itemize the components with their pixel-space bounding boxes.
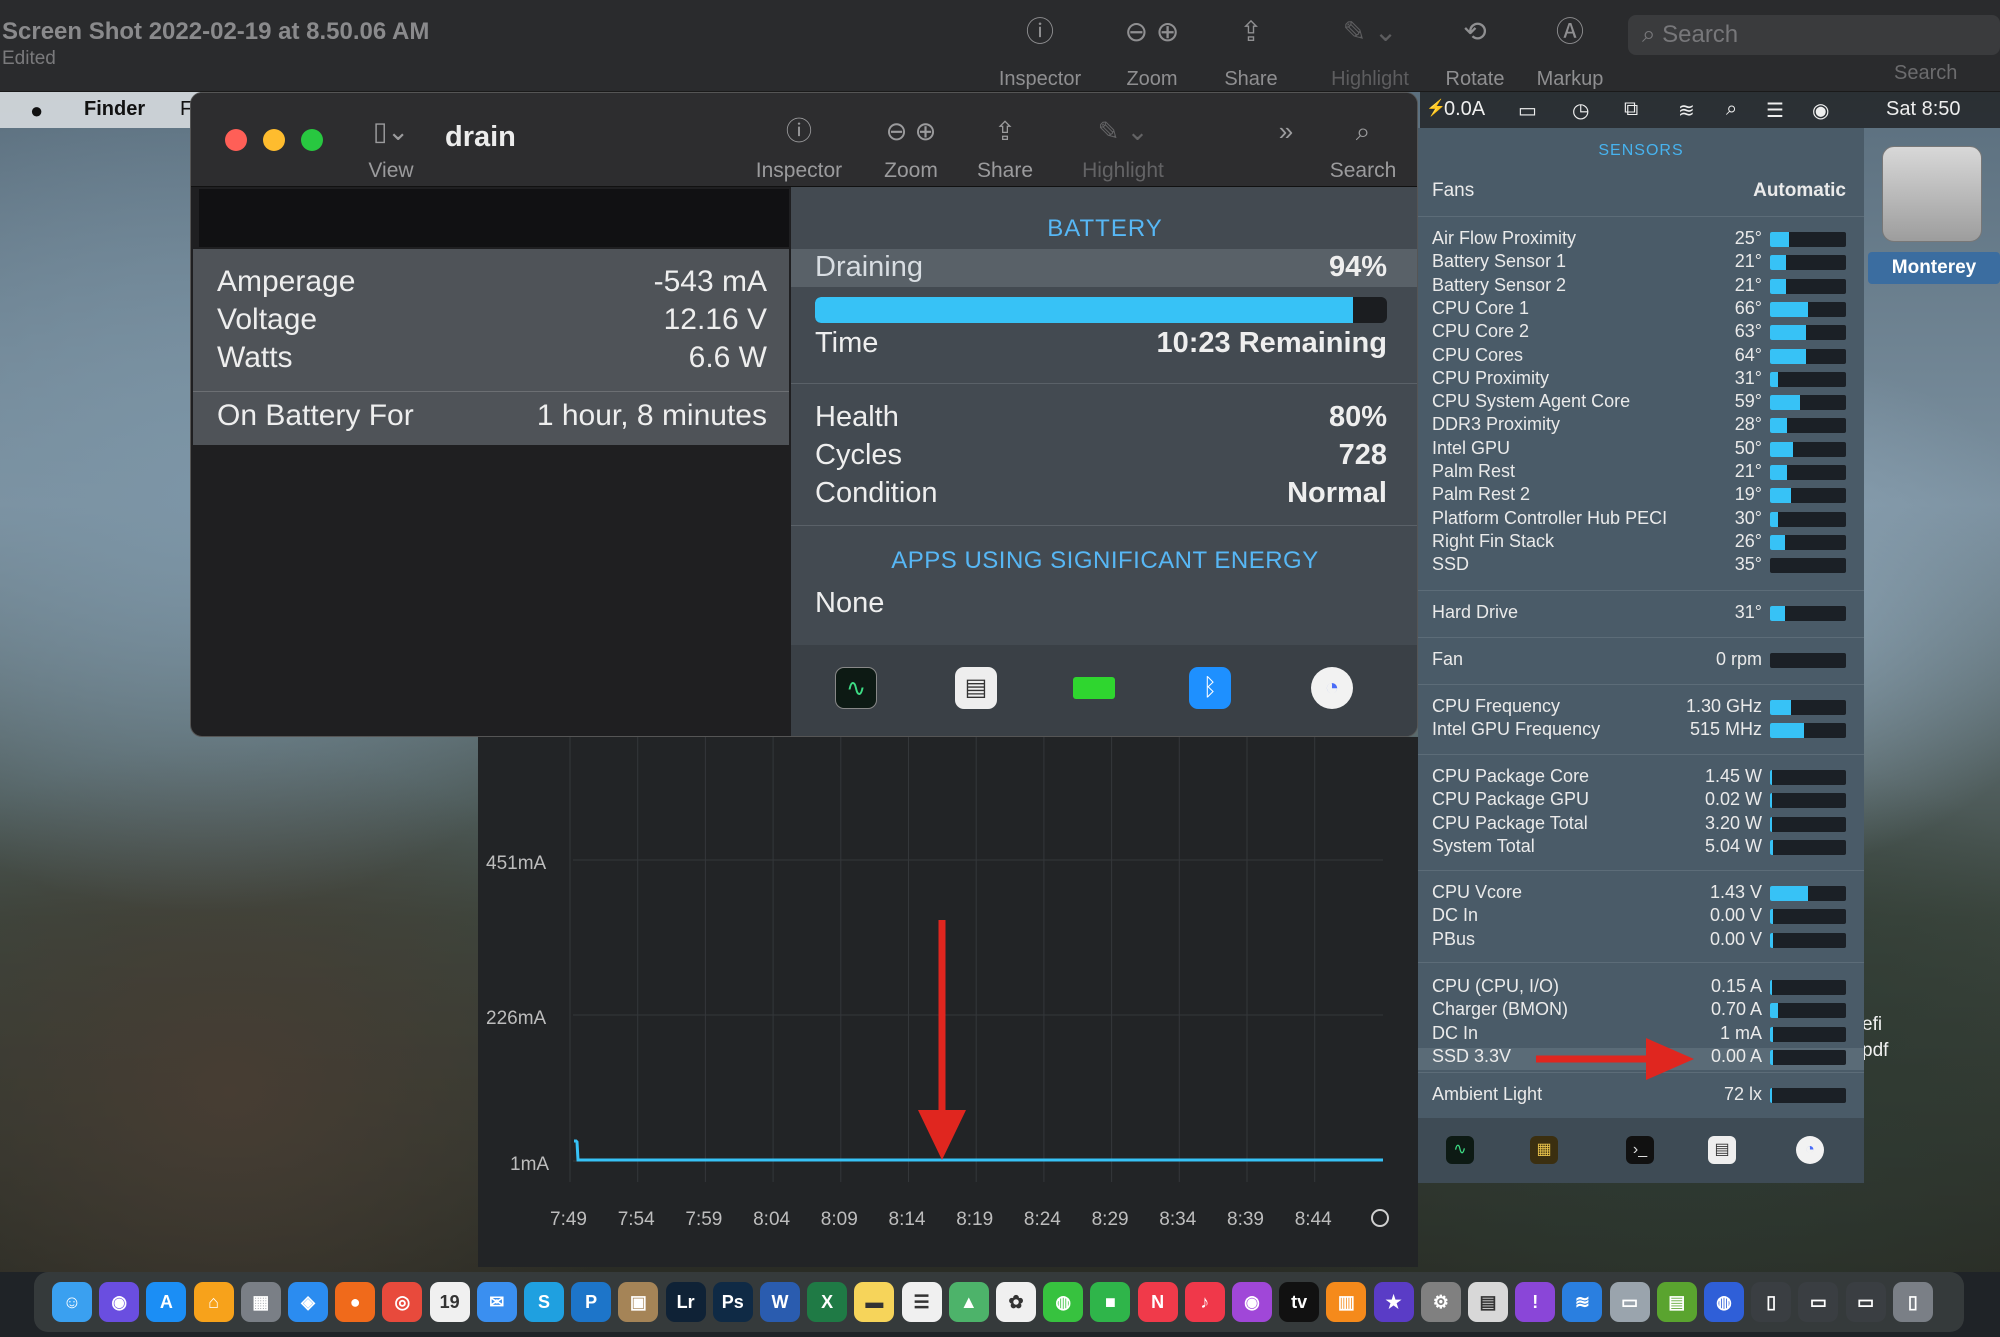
- network-icon[interactable]: ◍: [1704, 1282, 1744, 1322]
- safari-icon[interactable]: ◈: [288, 1282, 328, 1322]
- wifi-utility-icon[interactable]: ≋: [1562, 1282, 1603, 1322]
- excel-icon[interactable]: X: [807, 1282, 848, 1322]
- contacts-icon[interactable]: ▣: [618, 1282, 659, 1322]
- chrome-icon[interactable]: ◎: [382, 1282, 423, 1322]
- folder-icon[interactable]: ▭: [1798, 1282, 1839, 1322]
- system-preferences-icon[interactable]: ⚙: [1420, 1282, 1461, 1322]
- photos-icon[interactable]: ✿: [996, 1282, 1036, 1322]
- firefox-icon[interactable]: ●: [335, 1282, 376, 1322]
- skype-icon[interactable]: S: [524, 1282, 564, 1322]
- tv-icon[interactable]: tv: [1279, 1282, 1320, 1322]
- books-icon[interactable]: ▥: [1326, 1282, 1367, 1322]
- app-store-icon[interactable]: A: [146, 1282, 187, 1322]
- home-icon[interactable]: ⌂: [193, 1282, 234, 1322]
- facetime-icon[interactable]: ■: [1090, 1282, 1131, 1322]
- proxy-icon[interactable]: P: [571, 1282, 612, 1322]
- siri-icon[interactable]: ◉: [99, 1282, 140, 1322]
- right-arrow-annotation: [1536, 1038, 1694, 1080]
- messages-icon[interactable]: ◍: [1043, 1282, 1084, 1322]
- document-icon[interactable]: ▯: [1751, 1282, 1792, 1322]
- preview-icon[interactable]: ▤: [1468, 1282, 1508, 1322]
- word-icon[interactable]: W: [760, 1282, 800, 1322]
- disk-utility-icon[interactable]: ▭: [1609, 1282, 1650, 1322]
- reminders-icon[interactable]: ☰: [901, 1282, 942, 1322]
- imovie-icon[interactable]: ★: [1373, 1282, 1414, 1322]
- folder-2-icon[interactable]: ▭: [1845, 1282, 1886, 1322]
- calendar-2021-icon[interactable]: ▤: [1656, 1282, 1697, 1322]
- feedback-icon[interactable]: !: [1515, 1282, 1556, 1322]
- podcasts-icon[interactable]: ◉: [1232, 1282, 1272, 1322]
- music-icon[interactable]: ♪: [1184, 1282, 1225, 1322]
- news-icon[interactable]: N: [1137, 1282, 1178, 1322]
- calendar-icon[interactable]: 19: [429, 1282, 470, 1322]
- notes-icon[interactable]: ▬: [854, 1282, 895, 1322]
- annotation-arrows: [918, 920, 1694, 1160]
- trash-icon[interactable]: ▯: [1892, 1282, 1933, 1322]
- mail-icon[interactable]: ✉: [476, 1282, 517, 1322]
- photoshop-icon[interactable]: Ps: [712, 1282, 753, 1322]
- finder-icon[interactable]: ☺: [52, 1282, 92, 1322]
- launchpad-icon[interactable]: ▦: [240, 1282, 281, 1322]
- dock: ☺ ◉ A ⌂ ▦ ◈ ● ◎ 19 ✉ S P ▣ Lr Ps W X ▬ ☰ ▲ ✿ ◍ ■ N ♪ ◉ tv ▥ ★ ⚙ ▤! ≋ ▭ ▤ ◍…: [34, 1272, 1964, 1332]
- down-arrow-annotation: [918, 920, 966, 1160]
- maps-icon[interactable]: ▲: [948, 1282, 989, 1322]
- lightroom-icon[interactable]: Lr: [665, 1282, 706, 1322]
